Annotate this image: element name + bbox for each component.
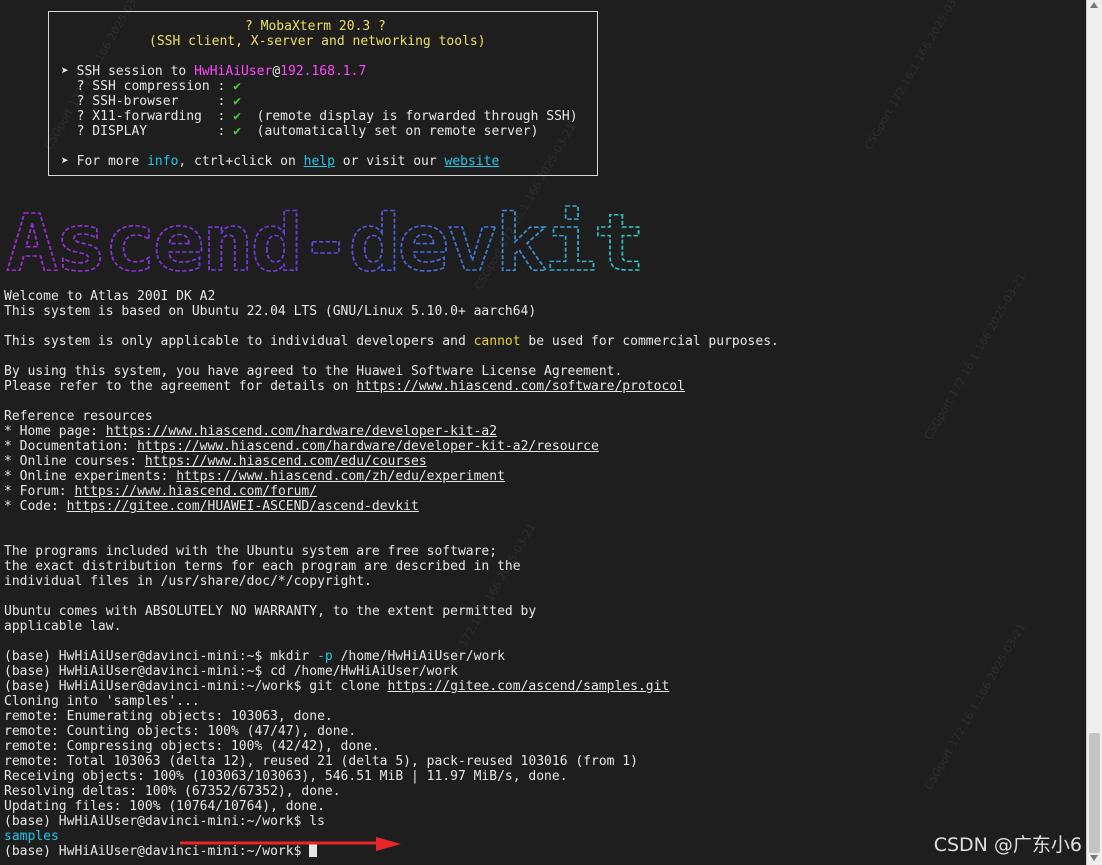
command-ls: (base) HwHiAiUser@davinci-mini:~/work$ l…: [4, 814, 325, 829]
ref-home: * Home page: https://www.hiascend.com/ha…: [4, 424, 497, 439]
check-label: ? X11-forwarding :: [61, 109, 234, 124]
ref-forum-link[interactable]: https://www.hiascend.com/forum/: [74, 484, 317, 499]
only-post: be used for commercial purposes.: [520, 334, 779, 349]
ref-label: * Home page:: [4, 424, 106, 439]
free-software-2: the exact distribution terms for each pr…: [4, 559, 521, 574]
watermark: CSGport 172.16.1.166 2025-03-21: [921, 270, 1029, 443]
ref-label: * Forum:: [4, 484, 75, 499]
output-line: Updating files: 100% (10764/10764), done…: [4, 799, 325, 814]
motd-welcome: Welcome to Atlas 200I DK A2: [4, 289, 216, 304]
ref-home-link[interactable]: https://www.hiascend.com/hardware/develo…: [106, 424, 497, 439]
csdn-watermark: CSDN @广东小6: [933, 834, 1082, 856]
ref-courses-link[interactable]: https://www.hiascend.com/edu/courses: [145, 454, 427, 469]
motd-only-line: This system is only applicable to indivi…: [4, 334, 779, 349]
watermark: CSGport 172.16.1.166 2025-03-21: [921, 620, 1029, 793]
info-link[interactable]: info: [147, 154, 178, 169]
ref-experiments-link[interactable]: https://www.hiascend.com/zh/edu/experime…: [176, 469, 505, 484]
ascii-logo-text: Ascend-devkit: [6, 204, 642, 276]
ref-forum: * Forum: https://www.hiascend.com/forum/: [4, 484, 317, 499]
mobaxterm-banner: ? MobaXterm 20.3 ? (SSH client, X-server…: [48, 11, 598, 176]
agree2-pre: Please refer to the agreement for detail…: [4, 379, 357, 394]
warranty-2: applicable law.: [4, 619, 122, 634]
samples-repo-link[interactable]: https://gitee.com/ascend/samples.git: [388, 679, 670, 694]
cannot-highlight: cannot: [473, 334, 521, 349]
only-pre: This system is only applicable to indivi…: [4, 334, 474, 349]
output-line: remote: Compressing objects: 100% (42/42…: [4, 739, 380, 754]
session-user: HwHiAiUser: [194, 64, 273, 79]
prompt: (base) HwHiAiUser@davinci-mini:~/work$ g…: [4, 679, 388, 694]
free-software-1: The programs included with the Ubuntu sy…: [4, 544, 498, 559]
banner-session-line: ➤ SSH session to HwHiAiUser@192.168.1.7: [61, 64, 366, 79]
ref-label: * Online courses:: [4, 454, 145, 469]
more-mid2: or visit our: [334, 154, 445, 169]
ascend-devkit-ascii-logo: Ascend-devkit: [4, 198, 646, 290]
scroll-down-arrow-icon[interactable]: [1090, 855, 1098, 861]
ref-title: Reference resources: [4, 409, 153, 424]
output-line: remote: Enumerating objects: 103063, don…: [4, 709, 333, 724]
warranty-1: Ubuntu comes with ABSOLUTELY NO WARRANTY…: [4, 604, 537, 619]
ref-code: * Code: https://gitee.com/HUAWEI-ASCEND/…: [4, 499, 419, 514]
free-software-3: individual files in /usr/share/doc/*/cop…: [4, 574, 372, 589]
command-mkdir: (base) HwHiAiUser@davinci-mini:~$ mkdir …: [4, 649, 505, 664]
scrollbar-thumb[interactable]: [1089, 733, 1100, 853]
output-line: Receiving objects: 100% (103063/103063),…: [4, 769, 568, 784]
check-mark-icon: ✔: [233, 124, 242, 139]
ref-docs: * Documentation: https://www.hiascend.co…: [4, 439, 599, 454]
check-note: (automatically set on remote server): [241, 124, 539, 139]
motd-agree1: By using this system, you have agreed to…: [4, 364, 623, 379]
check-label: ? DISPLAY :: [61, 124, 234, 139]
motd-system: This system is based on Ubuntu 22.04 LTS…: [4, 304, 537, 319]
motd-agree2: Please refer to the agreement for detail…: [4, 379, 685, 394]
cmd-flag: -p: [317, 649, 333, 664]
cmd-text: mkdir: [270, 649, 318, 664]
scroll-up-arrow-icon[interactable]: [1090, 2, 1098, 8]
session-at: @: [272, 64, 281, 79]
terminal-window[interactable]: ? MobaXterm 20.3 ? (SSH client, X-server…: [0, 0, 1086, 865]
output-line: remote: Counting objects: 100% (47/47), …: [4, 724, 357, 739]
banner-check-browser: ? SSH-browser : ✔: [61, 94, 241, 109]
ls-result-samples[interactable]: samples: [4, 829, 59, 844]
check-mark-icon: ✔: [233, 109, 242, 124]
ref-courses: * Online courses: https://www.hiascend.c…: [4, 454, 427, 469]
banner-check-display: ? DISPLAY : ✔ (automatically set on remo…: [61, 124, 539, 139]
ref-label: * Code:: [4, 499, 67, 514]
prompt: (base) HwHiAiUser@davinci-mini:~$: [4, 649, 271, 664]
ascii-logo-art: Ascend-devkit: [5, 198, 646, 290]
banner-title: ? MobaXterm 20.3 ?: [245, 19, 386, 34]
ref-code-link[interactable]: https://gitee.com/HUAWEI-ASCEND/ascend-d…: [67, 499, 419, 514]
more-mid: , ctrl+click on: [178, 154, 304, 169]
check-label: ? SSH-browser :: [61, 94, 234, 109]
command-cd: (base) HwHiAiUser@davinci-mini:~$ cd /ho…: [4, 664, 458, 679]
command-git-clone: (base) HwHiAiUser@davinci-mini:~/work$ g…: [4, 679, 669, 694]
cmd-text: /home/HwHiAiUser/work: [332, 649, 505, 664]
check-note: (remote display is forwarded through SSH…: [241, 109, 578, 124]
website-link[interactable]: website: [445, 154, 500, 169]
output-line: Cloning into 'samples'...: [4, 694, 200, 709]
vertical-scrollbar[interactable]: [1086, 0, 1102, 865]
check-mark-icon: ✔: [233, 79, 242, 94]
ref-docs-link[interactable]: https://www.hiascend.com/hardware/develo…: [137, 439, 599, 454]
banner-check-x11: ? X11-forwarding : ✔ (remote display is …: [61, 109, 578, 124]
check-mark-icon: ✔: [233, 94, 242, 109]
output-line: remote: Total 103063 (delta 12), reused …: [4, 754, 638, 769]
banner-subtitle: (SSH client, X-server and networking too…: [149, 34, 486, 49]
help-link[interactable]: help: [304, 154, 335, 169]
ref-label: * Documentation:: [4, 439, 138, 454]
protocol-link[interactable]: https://www.hiascend.com/software/protoc…: [356, 379, 685, 394]
red-arrow-annotation: [180, 837, 401, 851]
watermark: CSGport 172.16.1.166 2025-03-21: [861, 0, 969, 153]
banner-more-line: ➤ For more info, ctrl+click on help or v…: [61, 154, 499, 169]
output-line: Resolving deltas: 100% (67352/67352), do…: [4, 784, 341, 799]
ref-experiments: * Online experiments: https://www.hiasce…: [4, 469, 505, 484]
more-prefix: ➤ For more: [61, 154, 148, 169]
session-host: 192.168.1.7: [280, 64, 367, 79]
ref-label: * Online experiments:: [4, 469, 177, 484]
